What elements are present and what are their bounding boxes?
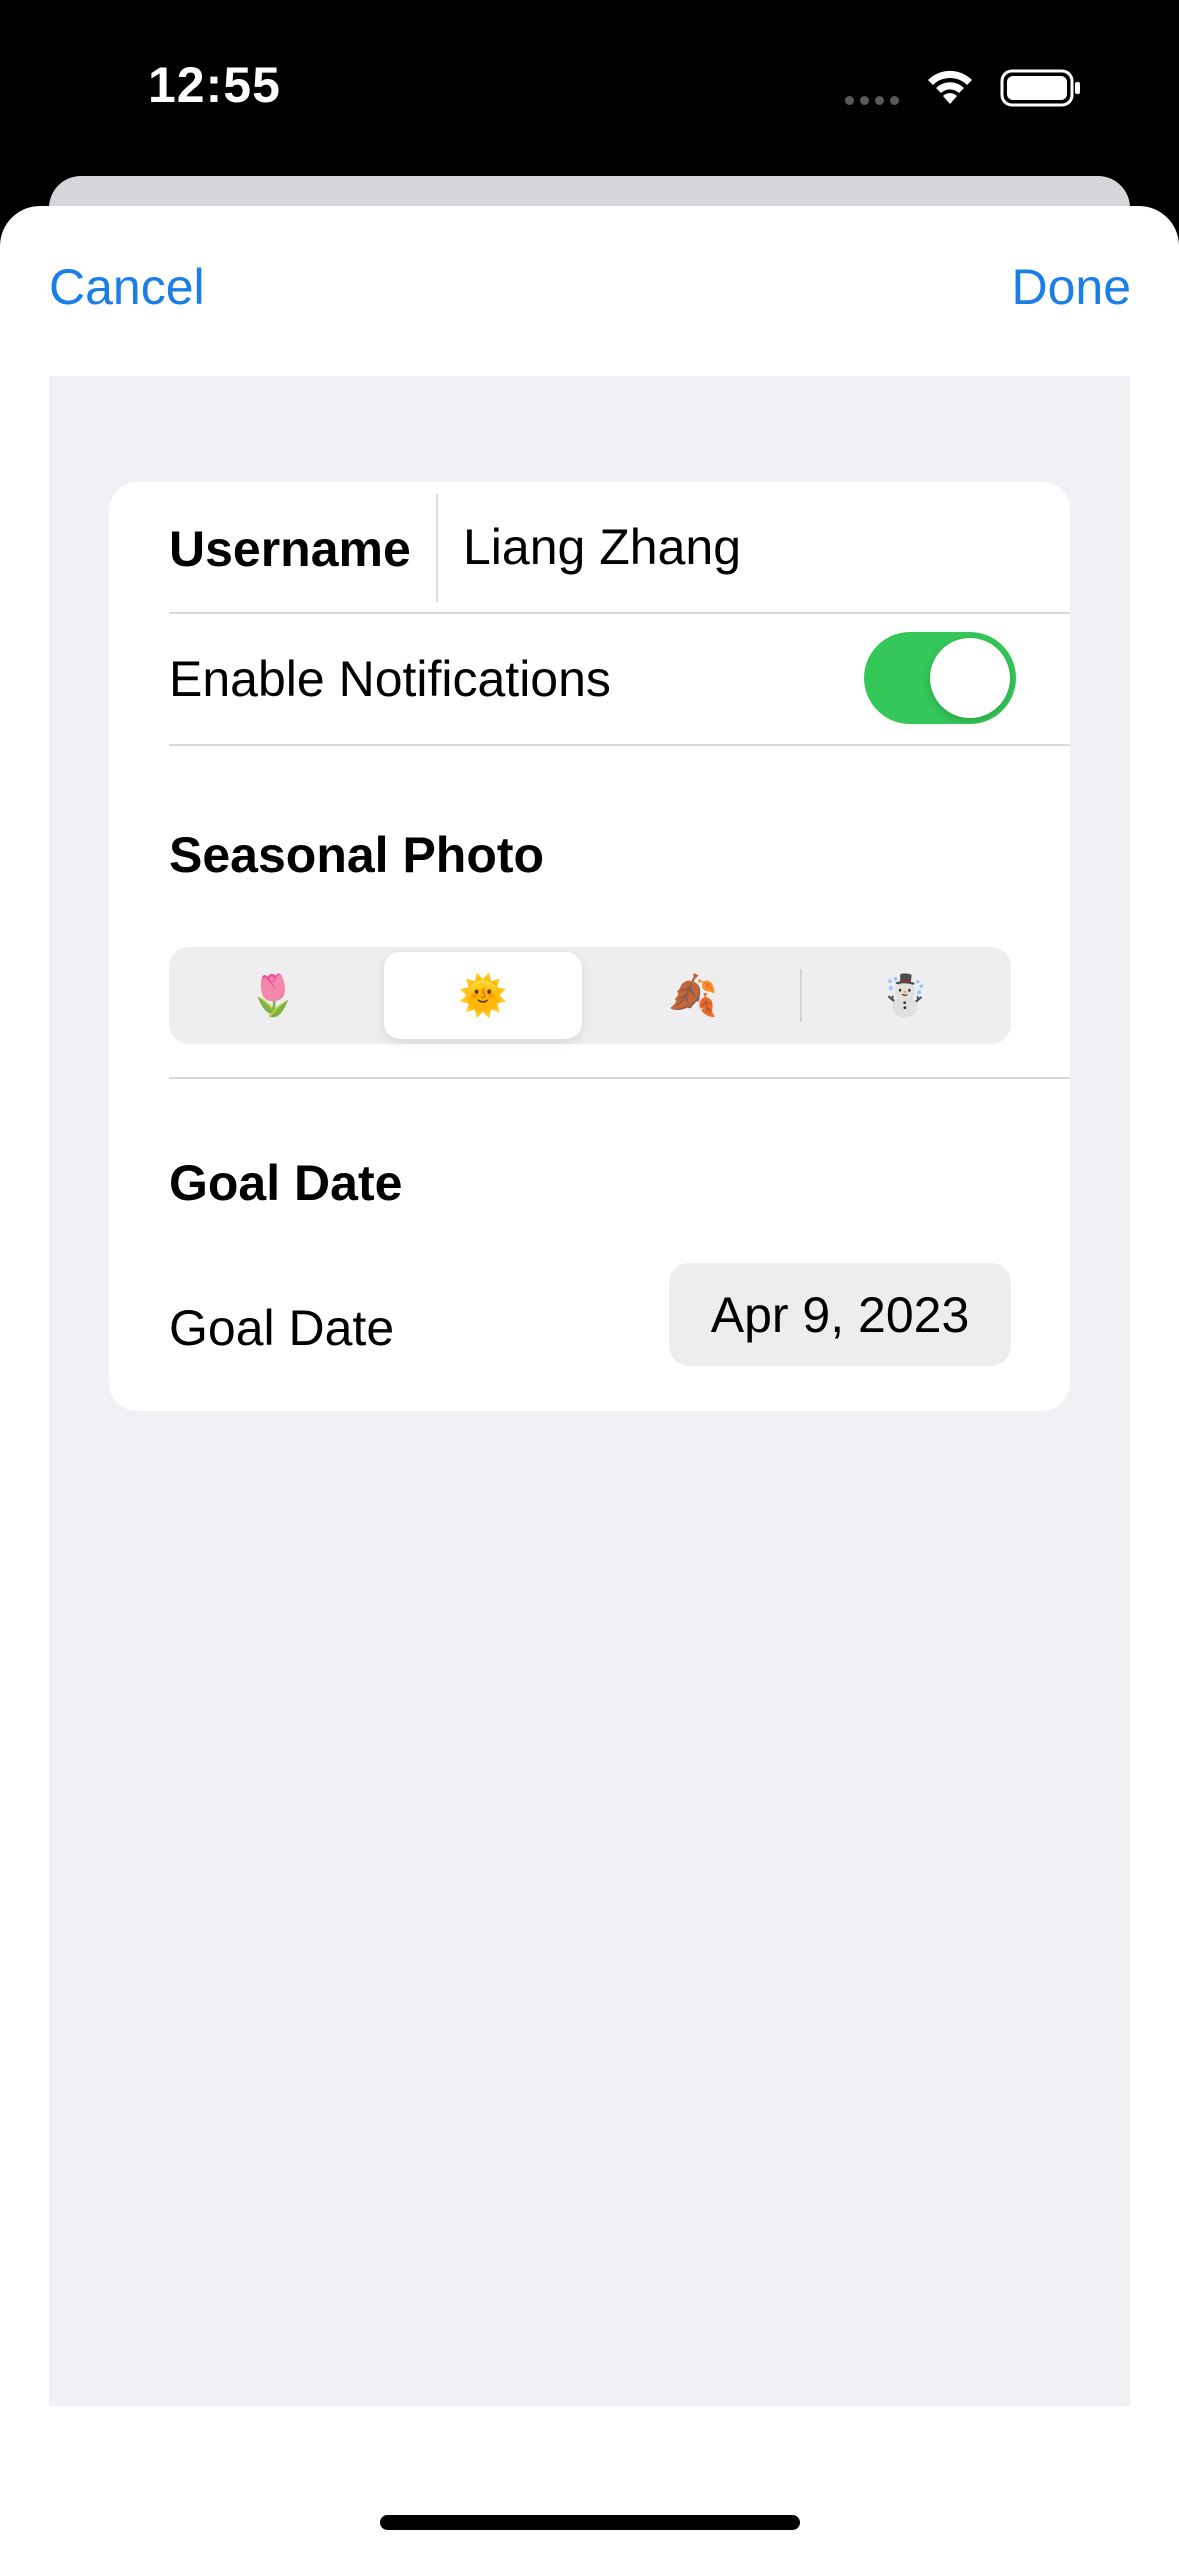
home-indicator bbox=[380, 2515, 800, 2530]
tulip-icon: 🌷 bbox=[248, 974, 298, 1018]
goal-date-label: Goal Date bbox=[169, 1300, 395, 1356]
status-time: 12:55 bbox=[148, 57, 281, 113]
row-divider bbox=[169, 1077, 1070, 1079]
fallen-leaves-icon: 🍂 bbox=[668, 974, 718, 1018]
notifications-toggle[interactable] bbox=[864, 632, 1016, 724]
notifications-label: Enable Notifications bbox=[169, 651, 611, 707]
row-divider bbox=[169, 744, 1070, 746]
settings-card: Username Enable Notifications Seasonal P… bbox=[109, 482, 1070, 1411]
username-separator bbox=[436, 494, 438, 602]
segment-snowman[interactable]: ☃️ bbox=[806, 952, 1004, 1039]
modal-sheet: Cancel Done Username Enable Notification… bbox=[0, 206, 1179, 2556]
username-input[interactable] bbox=[463, 510, 1023, 584]
toggle-knob bbox=[930, 638, 1010, 718]
segment-sun[interactable]: 🌞 bbox=[384, 952, 582, 1039]
seasonal-photo-heading: Seasonal Photo bbox=[169, 827, 545, 883]
done-button[interactable]: Done bbox=[1011, 258, 1131, 316]
username-label: Username bbox=[169, 521, 411, 577]
segment-separator bbox=[800, 969, 802, 1022]
segment-fallen-leaves[interactable]: 🍂 bbox=[594, 952, 792, 1039]
status-bar: 12:55 bbox=[0, 0, 1179, 176]
sun-icon: 🌞 bbox=[458, 974, 508, 1018]
seasonal-photo-picker: 🌷 🌞 🍂 ☃️ bbox=[169, 947, 1011, 1044]
settings-form: Username Enable Notifications Seasonal P… bbox=[49, 376, 1130, 2406]
cancel-button[interactable]: Cancel bbox=[49, 258, 205, 316]
battery-icon bbox=[1000, 69, 1080, 107]
row-divider bbox=[169, 612, 1070, 614]
signal-dots-icon bbox=[845, 96, 899, 105]
wifi-icon bbox=[928, 70, 972, 104]
snowman-icon: ☃️ bbox=[880, 974, 930, 1018]
goal-date-heading: Goal Date bbox=[169, 1155, 403, 1211]
segment-tulip[interactable]: 🌷 bbox=[174, 952, 372, 1039]
goal-date-picker[interactable]: Apr 9, 2023 bbox=[669, 1263, 1011, 1366]
